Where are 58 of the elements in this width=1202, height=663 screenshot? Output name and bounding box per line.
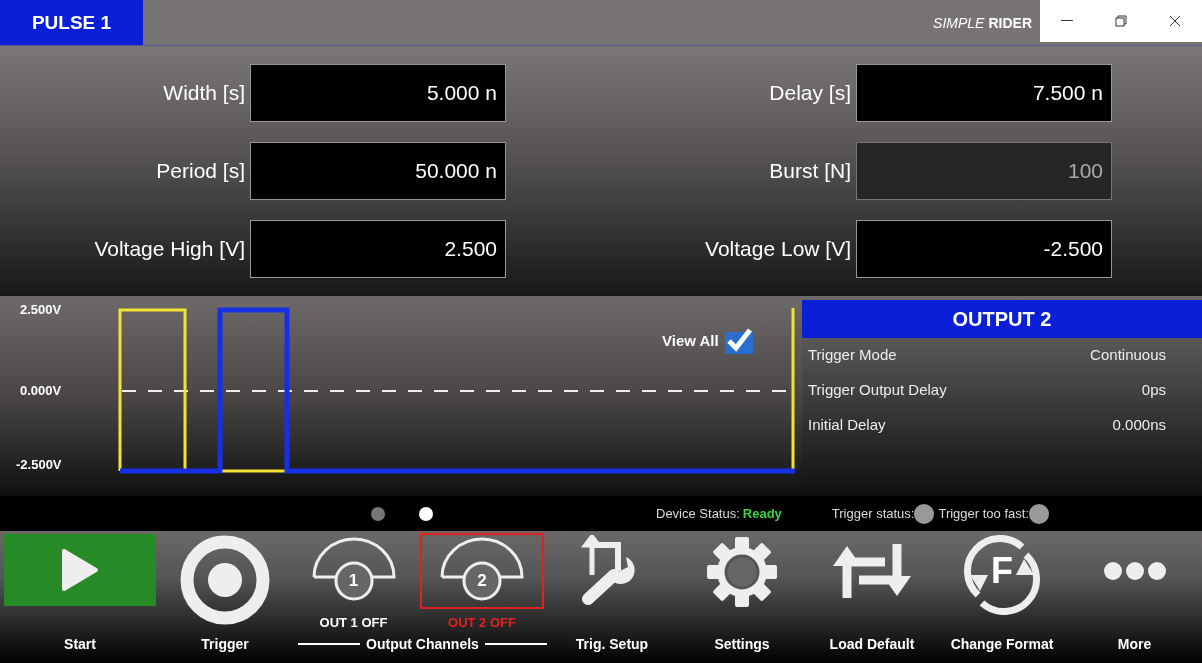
button-label: Load Default [829,636,915,652]
channel-number: 1 [348,571,359,591]
info-label: Trigger Mode [808,346,897,363]
button-label: Start [64,636,96,652]
channel-number: 2 [477,571,487,591]
letter-glyph: F [991,550,1013,592]
axis-label: 2.500V [20,302,62,317]
change-format-button[interactable]: F [942,535,1062,615]
output-button[interactable]: 1 [293,535,414,607]
info-label: Initial Delay [808,416,886,433]
channel-label: OUT 1 OFF [319,615,388,630]
play-icon [60,547,100,593]
axis-label: -2.500V [16,457,62,472]
cycle-icon [962,535,1042,615]
value-field[interactable]: 50.000 n [250,142,506,200]
window-title: PULSE 1 [0,0,143,45]
status-value: Ready [742,506,783,521]
field-label: Voltage High [V] [94,237,245,261]
field-label: Voltage Low [V] [705,237,851,261]
close-icon [1169,15,1181,27]
settings-icon [705,535,779,609]
button-label: More [1117,636,1152,652]
field-label: Delay [s] [769,81,851,105]
restore-icon [1115,15,1127,27]
status-label: Device Status: [656,506,740,521]
button-label: Trigger [201,636,249,652]
value-field[interactable]: 2.500 [250,220,506,278]
page-dot[interactable] [371,506,385,521]
info-value: Continuous [1090,346,1166,363]
value-field[interactable]: 5.000 n [250,64,506,122]
info-label: Trigger Output Delay [808,381,947,398]
status-label: Trigger status: [831,506,915,521]
info-value: 0ps [1141,381,1166,398]
field-label: Burst [N] [769,159,851,183]
view-all-checkbox[interactable] [724,326,753,354]
checkbox-label: View All [662,331,719,349]
status-led [914,503,935,524]
axis-label: 0.000V [20,383,62,398]
output-button[interactable]: 2 [422,535,542,607]
button-label: Settings [714,636,770,652]
minimize-icon [1061,20,1073,22]
value-field[interactable]: -2.500 [856,220,1112,278]
status-led [1029,503,1049,524]
more-icon [1102,561,1167,581]
info-value: 0.000ns [1112,416,1166,433]
panel-title: OUTPUT 2 [802,300,1202,338]
group-label: Output Channels [366,636,479,652]
target-icon [179,534,271,626]
field-label: Period [s] [156,159,245,183]
start-button[interactable] [4,534,156,606]
button-label: Trig. Setup [575,636,649,652]
status-label: Trigger too fast: [938,506,1029,521]
brand-logo: SIMPLE RIDER [933,13,1033,33]
channel-label: OUT 2 OFF [448,615,516,630]
page-dot[interactable] [419,506,433,521]
button-label: Change Format [950,636,1054,652]
value-field[interactable]: 7.500 n [856,64,1112,122]
field-label: Width [s] [163,81,245,105]
